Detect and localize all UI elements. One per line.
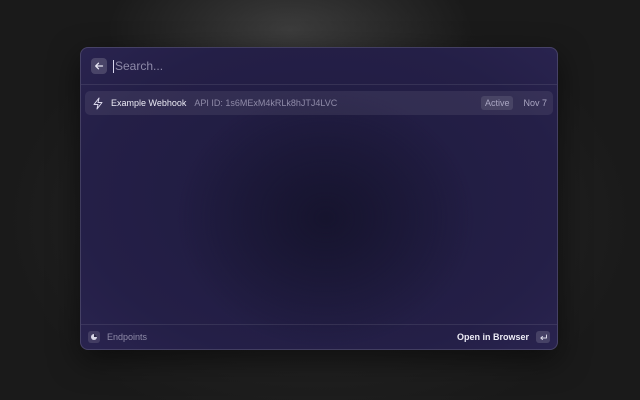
item-date: Nov 7 (523, 98, 547, 108)
list-item[interactable]: Example Webhook API ID: 1s6MExM4kRLk8hJT… (85, 91, 553, 115)
arrow-left-icon (95, 62, 104, 70)
search-input[interactable] (115, 59, 557, 73)
item-title: Example Webhook (111, 98, 187, 108)
open-in-browser-action[interactable]: Open in Browser (457, 332, 529, 342)
status-badge: Active (480, 96, 514, 110)
back-button[interactable] (91, 58, 107, 74)
results-list: Example Webhook API ID: 1s6MExM4kRLk8hJT… (81, 85, 557, 121)
item-subtitle: API ID: 1s6MExM4kRLk8hJTJ4LVC (194, 98, 338, 108)
search-bar (81, 48, 557, 85)
app-logo-icon (88, 331, 100, 343)
footer-label: Endpoints (107, 332, 148, 342)
return-key-icon[interactable] (536, 331, 550, 343)
text-caret (113, 59, 114, 73)
lightning-bolt-icon (91, 96, 105, 110)
command-palette-window: Example Webhook API ID: 1s6MExM4kRLk8hJT… (80, 47, 558, 350)
footer-bar: Endpoints Open in Browser (81, 324, 557, 349)
